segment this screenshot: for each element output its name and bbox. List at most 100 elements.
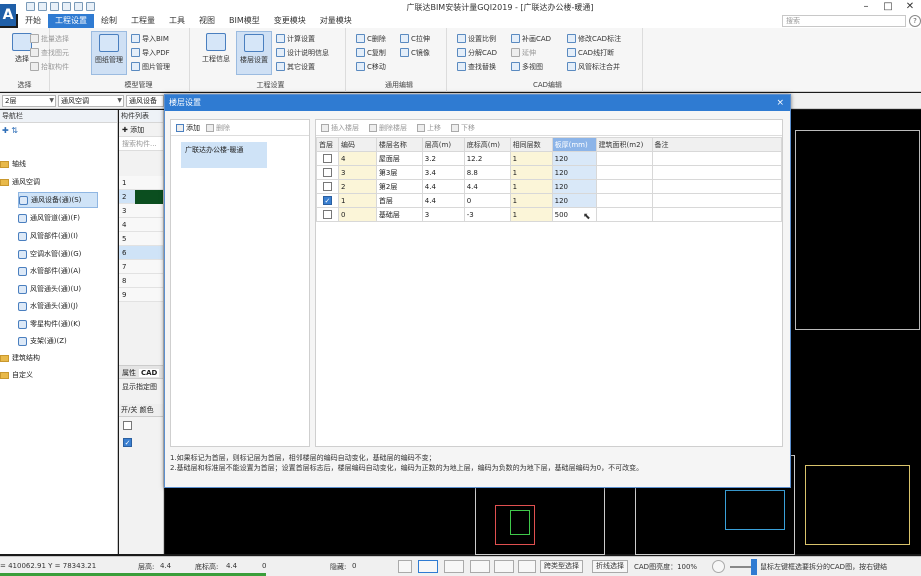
sidebar-item[interactable]: 支架(通)(Z) (18, 333, 67, 349)
brightness-minus-icon[interactable] (712, 560, 725, 573)
column-header[interactable]: 建筑面积(m2) (595, 137, 653, 152)
cell-bottom[interactable]: 8.8 (463, 165, 511, 180)
tab-project-settings[interactable]: 工程设置 (48, 14, 94, 28)
customize-icon[interactable] (86, 2, 95, 11)
sidebar-item[interactable]: 通风空调 (0, 174, 40, 190)
cell-bottom[interactable]: 0 (463, 193, 511, 208)
polar-icon[interactable] (470, 560, 490, 573)
column-header[interactable]: 备注 (651, 137, 783, 152)
tab-view[interactable]: 视图 (192, 14, 222, 28)
cell-name[interactable]: 屋面层 (375, 151, 423, 166)
cell-bottom[interactable]: 4.4 (463, 179, 511, 194)
cell-height[interactable]: 3.4 (421, 165, 465, 180)
tab-change-module[interactable]: 变更模块 (267, 14, 313, 28)
column-header[interactable]: 板厚(mm) (551, 137, 597, 152)
sidebar-item[interactable]: 水管部件(通)(A) (18, 263, 81, 279)
cell-same[interactable]: 1 (509, 193, 553, 208)
pick-component-button[interactable]: 拾取构件 (30, 60, 69, 73)
table-row[interactable]: 3 第3层 3.4 8.8 1 120 (316, 165, 783, 180)
sidebar-item[interactable]: 轴线 (0, 156, 26, 172)
component-row[interactable]: 6 (119, 246, 163, 260)
merge-duct-label-button[interactable]: 风管标注合并 (567, 60, 620, 73)
delete-floor-button[interactable]: 删除楼层 (369, 123, 407, 133)
first-floor-checkbox[interactable] (316, 207, 339, 222)
snap-icon[interactable] (398, 560, 412, 573)
find-replace-button[interactable]: 查找替换 (457, 60, 496, 73)
sidebar-item[interactable]: 通风设备(通)(S) (18, 192, 98, 208)
cad-line-break-button[interactable]: CAD线打断 (567, 46, 614, 59)
undo-icon[interactable] (62, 2, 71, 11)
cell-note[interactable] (651, 151, 783, 166)
add-component-button[interactable]: ✚ 添加 (119, 123, 163, 137)
cell-code[interactable]: 1 (337, 193, 377, 208)
cell-slab[interactable]: 120 (551, 151, 597, 166)
cad-delete-button[interactable]: C删除 (356, 32, 386, 45)
cell-name[interactable]: 基础层 (375, 207, 423, 222)
cell-note[interactable] (651, 165, 783, 180)
component-row[interactable]: 1 (119, 176, 163, 190)
cell-same[interactable]: 1 (509, 207, 553, 222)
tab-quantity[interactable]: 工程量 (124, 14, 162, 28)
search-input[interactable]: 搜索 (782, 15, 906, 27)
add-cad-button[interactable]: 补画CAD (511, 32, 551, 45)
brightness-slider[interactable] (730, 566, 752, 568)
import-pdf-button[interactable]: 导入PDF (131, 46, 170, 59)
cell-code[interactable]: 2 (337, 179, 377, 194)
add-icon[interactable]: ✚ (2, 126, 9, 135)
first-floor-checkbox[interactable] (316, 165, 339, 180)
dynamic-icon[interactable] (518, 560, 536, 573)
tab-tools[interactable]: 工具 (162, 14, 192, 28)
calc-settings-button[interactable]: 计算设置 (276, 32, 315, 45)
cell-area[interactable] (595, 193, 653, 208)
tab-properties[interactable]: 属性 (119, 369, 139, 377)
explode-cad-button[interactable]: 分解CAD (457, 46, 497, 59)
cell-name[interactable]: 第2层 (375, 179, 423, 194)
component-row[interactable]: 8 (119, 274, 163, 288)
set-scale-button[interactable]: 设置比例 (457, 32, 496, 45)
cad-copy-button[interactable]: C复制 (356, 46, 386, 59)
cell-code[interactable]: 3 (337, 165, 377, 180)
extend-button[interactable]: 延伸 (511, 46, 536, 59)
redo-icon[interactable] (74, 2, 83, 11)
table-row[interactable]: 4 屋面层 3.2 12.2 1 120 (316, 151, 783, 166)
layer-checkbox[interactable] (123, 421, 132, 430)
tab-draw[interactable]: 绘制 (94, 14, 124, 28)
cell-note[interactable] (651, 207, 783, 222)
cell-slab[interactable]: 120 (551, 193, 597, 208)
new-file-icon[interactable] (26, 2, 35, 11)
cell-area[interactable] (595, 207, 653, 222)
cell-height[interactable]: 4.4 (421, 179, 465, 194)
cell-same[interactable]: 1 (509, 165, 553, 180)
cell-bottom[interactable]: -3 (463, 207, 511, 222)
table-row[interactable]: ✓ 1 首层 4.4 0 1 120 (316, 193, 783, 208)
layer-checkbox[interactable]: ✓ (123, 438, 132, 447)
cell-same[interactable]: 1 (509, 151, 553, 166)
tab-start[interactable]: 开始 (18, 14, 48, 28)
close-button[interactable]: ✕ (899, 0, 921, 14)
cell-height[interactable]: 3 (421, 207, 465, 222)
cell-code[interactable]: 4 (337, 151, 377, 166)
design-notes-button[interactable]: 设计说明信息 (276, 46, 329, 59)
cell-note[interactable] (651, 179, 783, 194)
sidebar-item[interactable]: 风管部件(通)(I) (18, 228, 78, 244)
cell-name[interactable]: 第3层 (375, 165, 423, 180)
cell-area[interactable] (595, 179, 653, 194)
component-row[interactable]: 4 (119, 218, 163, 232)
tab-bim-model[interactable]: BIM模型 (222, 14, 267, 28)
move-down-button[interactable]: 下移 (451, 123, 475, 133)
cell-area[interactable] (595, 165, 653, 180)
find-element-button[interactable]: 查找图元 (30, 46, 69, 59)
component-search-input[interactable]: 搜索构件... (119, 137, 163, 151)
help-icon[interactable]: ? (909, 15, 921, 27)
cad-mirror-button[interactable]: C镜像 (400, 46, 430, 59)
floor-settings-button[interactable]: 楼层设置 (236, 31, 272, 75)
cell-slab[interactable]: 120 (551, 179, 597, 194)
sidebar-item[interactable]: 通风管道(通)(F) (18, 210, 80, 226)
project-info-button[interactable]: 工程信息 (198, 31, 234, 75)
insert-floor-button[interactable]: 插入楼层 (321, 123, 359, 133)
first-floor-checkbox[interactable] (316, 179, 339, 194)
discipline-select[interactable]: 通风空调 ▼ (58, 95, 124, 107)
save-icon[interactable] (50, 2, 59, 11)
sidebar-item[interactable]: 空调水管(通)(G) (18, 246, 81, 262)
polyline-select-button[interactable]: 折线选择 (592, 560, 628, 573)
